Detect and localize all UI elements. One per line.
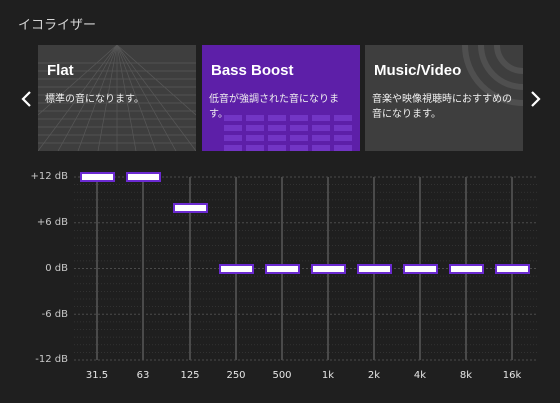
preset-title-flat: Flat [47,62,74,79]
frequency-label-31.5: 31.5 [85,370,109,381]
preset-title-bass-boost: Bass Boost [211,62,294,79]
preset-description-music-video: 音楽や映像視聴時におすすめの音になります。 [372,94,512,120]
band-slider-125[interactable] [173,202,208,213]
previous-preset-button[interactable] [16,84,36,114]
equalizer-graph: +12 dB +6 dB 0 dB -6 dB -12 dB 31.5 63 125… [0,160,560,403]
chevron-right-icon [531,91,541,107]
db-label-plus-12: +12 dB [30,171,69,182]
frequency-label-250: 250 [226,370,246,381]
preset-description-bass-boost: 低音が強調された音になります。 [209,94,339,120]
frequency-label-2k: 2k [367,370,381,381]
equalizer-grid [74,176,538,361]
frequency-label-500: 500 [272,370,292,381]
db-label-plus-6: +6 dB [36,217,68,228]
frequency-label-63: 63 [136,370,150,381]
band-slider-63[interactable] [126,172,161,182]
preset-card-flat[interactable]: Flat 標準の音になります。 [38,45,196,151]
band-slider-1k[interactable] [311,263,346,274]
band-slider-500[interactable] [265,263,300,274]
preset-card-music-video[interactable]: Music/Video 音楽や映像視聴時におすすめの音になります。 [365,45,523,151]
db-label-0: 0 dB [45,263,68,274]
frequency-label-125: 125 [180,370,200,381]
band-slider-31.5[interactable] [80,172,115,182]
frequency-label-16k: 16k [502,370,522,381]
preset-description-flat: 標準の音になります。 [45,94,144,105]
frequency-label-4k: 4k [413,370,427,381]
band-slider-8k[interactable] [449,263,484,274]
db-label-minus-6: -6 dB [41,309,68,320]
db-label-minus-12: -12 dB [35,354,68,365]
chevron-left-icon [21,91,31,107]
band-slider-250[interactable] [219,263,254,274]
equalizer-panel: イコライザー Flat 標準の音になります。 Bass Boost 低音が強調さ… [0,0,560,403]
frequency-label-8k: 8k [459,370,473,381]
preset-title-music-video: Music/Video [374,62,462,79]
next-preset-button[interactable] [526,84,546,114]
band-slider-16k[interactable] [495,263,530,274]
band-slider-4k[interactable] [403,263,438,274]
equalizer-title: イコライザー [18,18,97,33]
frequency-label-1k: 1k [321,370,335,381]
band-slider-2k[interactable] [357,263,392,274]
preset-card-bass-boost[interactable]: Bass Boost 低音が強調された音になります。 [202,45,360,151]
